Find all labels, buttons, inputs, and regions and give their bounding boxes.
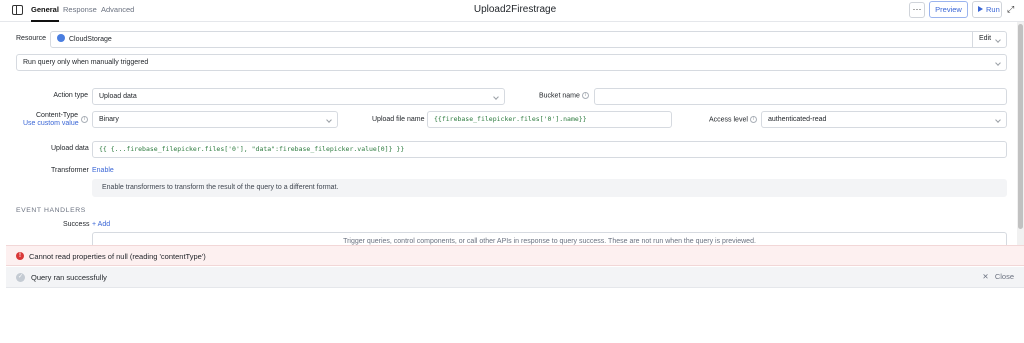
access-level-text: Access level <box>709 116 748 124</box>
query-editor-header: General Response Advanced Upload2Firestr… <box>0 0 1024 22</box>
play-icon <box>978 6 983 12</box>
info-icon: i <box>581 92 589 99</box>
status-message: Query ran successfully <box>31 273 107 282</box>
resource-label: Resource <box>16 35 46 42</box>
bucket-name-text: Bucket name <box>539 92 580 100</box>
success-label: Success <box>63 221 90 228</box>
action-type-value: Upload data <box>99 93 137 100</box>
upload-data-label: Upload data <box>51 145 89 152</box>
upload-data-editor[interactable]: {{ {...firebase_filepicker.files['0'], "… <box>92 141 1007 158</box>
info-icon: i <box>81 116 88 123</box>
close-label: Close <box>994 272 1014 281</box>
enable-transformer-link[interactable]: Enable <box>92 167 114 174</box>
upload-file-name-input[interactable]: {{firebase_filepicker.files['0'].name}} <box>427 111 672 128</box>
bucket-name-input[interactable] <box>594 88 1007 105</box>
access-level-label: Access level i <box>709 116 757 123</box>
preview-button[interactable]: Preview <box>929 1 968 18</box>
more-options-button[interactable]: ··· <box>909 2 925 18</box>
access-level-value: authenticated-read <box>768 116 827 123</box>
content-type-value: Binary <box>99 116 119 123</box>
cloud-storage-logo-icon <box>57 34 65 43</box>
close-icon: ✕ <box>982 272 989 281</box>
check-icon: ✓ <box>16 273 25 282</box>
edit-button-label: Edit <box>979 35 992 42</box>
chevron-down-icon <box>493 94 499 100</box>
chevron-down-icon <box>326 117 332 123</box>
bucket-name-label: Bucket name i <box>539 92 589 99</box>
transformer-label: Transformer <box>51 167 89 174</box>
upload-file-name-label: Upload file name <box>372 116 425 123</box>
query-title[interactable]: Upload2Firestrage <box>0 4 1024 15</box>
info-icon: i <box>749 116 757 123</box>
content-type-select[interactable]: Binary <box>92 111 338 128</box>
success-handler-empty: Trigger queries, control components, or … <box>92 232 1007 246</box>
success-handler-hint: Trigger queries, control components, or … <box>343 238 756 245</box>
error-banner: ! Cannot read properties of null (readin… <box>6 245 1024 266</box>
add-success-handler-button[interactable]: + Add <box>92 221 110 228</box>
trigger-mode-select[interactable]: Run query only when manually triggered <box>16 54 1007 71</box>
error-message: Cannot read properties of null (reading … <box>29 252 206 261</box>
action-type-select[interactable]: Upload data <box>92 88 505 105</box>
resource-select[interactable]: CloudStorage Edit <box>50 31 1007 48</box>
run-button[interactable]: Run <box>972 1 1002 18</box>
transformer-hint: Enable transformers to transform the res… <box>92 179 1007 197</box>
error-icon: ! <box>16 252 24 260</box>
action-type-label: Action type <box>53 92 88 99</box>
scrollbar-thumb[interactable] <box>1018 24 1023 229</box>
resource-value: CloudStorage <box>69 36 112 43</box>
trigger-mode-value: Run query only when manually triggered <box>23 59 149 66</box>
chevron-down-icon <box>995 60 1001 66</box>
content-type-label: Content-Type <box>36 112 79 119</box>
use-custom-value-link[interactable]: Use custom value <box>23 120 79 127</box>
query-status-bar: ✓ Query ran successfully ✕ Close <box>6 267 1024 288</box>
event-handlers-heading: EVENT HANDLERS <box>16 207 86 214</box>
close-status-button[interactable]: ✕ Close <box>982 272 1014 281</box>
chevron-down-icon <box>995 117 1001 123</box>
run-button-label: Run <box>986 5 1000 14</box>
expand-icon[interactable]: ⤢ <box>1007 4 1017 14</box>
access-level-select[interactable]: authenticated-read <box>761 111 1007 128</box>
